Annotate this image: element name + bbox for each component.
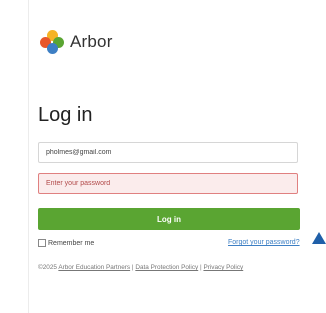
footer: ©2025 Arbor Education Partners | Data Pr… [38, 264, 243, 271]
remember-me[interactable]: Remember me [38, 239, 94, 247]
privacy-policy-link[interactable]: Privacy Policy [203, 264, 243, 271]
logo-petal-blue [47, 43, 58, 54]
copyright-text: ©2025 [38, 264, 59, 271]
company-link[interactable]: Arbor Education Partners [58, 264, 130, 271]
arbor-logo-icon [40, 30, 64, 54]
remember-me-label: Remember me [48, 239, 95, 247]
brand-header: Arbor [40, 30, 113, 54]
remember-me-checkbox[interactable] [38, 239, 46, 247]
email-field[interactable] [38, 142, 298, 163]
page-title: Log in [38, 104, 93, 126]
forgot-password-link[interactable]: Forgot your password? [228, 239, 300, 246]
triangle-marker-icon [312, 232, 326, 244]
data-protection-link[interactable]: Data Protection Policy [135, 264, 198, 271]
login-button[interactable]: Log in [38, 208, 300, 230]
password-field[interactable] [38, 173, 298, 194]
brand-name: Arbor [70, 32, 113, 51]
